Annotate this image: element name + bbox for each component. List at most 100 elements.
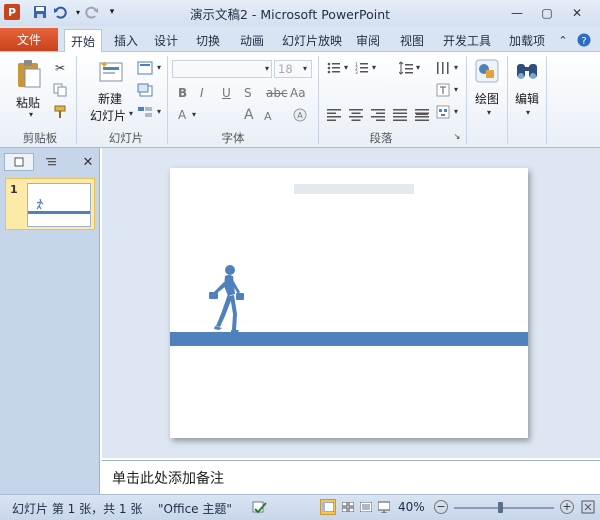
paste-label[interactable]: 粘贴 <box>16 94 40 111</box>
tab-review[interactable]: 审阅 <box>352 29 384 51</box>
svg-text:?: ? <box>581 36 586 47</box>
thumbnail-band <box>28 211 90 214</box>
distributed-icon[interactable] <box>414 108 430 122</box>
tab-file[interactable]: 文件 <box>0 28 58 51</box>
tab-view[interactable]: 视图 <box>396 29 428 51</box>
tab-design[interactable]: 设计 <box>150 29 182 51</box>
new-slide-label[interactable]: 新建 <box>98 90 122 107</box>
paste-icon[interactable] <box>14 58 44 90</box>
slide-canvas[interactable] <box>170 168 528 438</box>
paste-dropdown-icon[interactable]: ▾ <box>26 110 36 120</box>
zoom-out-icon[interactable]: − <box>434 500 448 514</box>
shrink-font-button[interactable]: A <box>264 110 272 123</box>
editing-label[interactable]: 编辑 <box>515 90 539 107</box>
section-dropdown-icon[interactable]: ▾ <box>155 104 163 120</box>
tab-addins[interactable]: 加载项 <box>506 29 548 51</box>
bullets-icon[interactable] <box>326 60 342 76</box>
customize-qat-icon[interactable]: ▾ <box>104 4 120 20</box>
numbering-dropdown-icon[interactable]: ▾ <box>370 60 378 76</box>
slide-thumbnail-row[interactable]: 1 <box>5 178 95 230</box>
new-slide-label-2[interactable]: 幻灯片 <box>90 107 126 124</box>
grow-font-button[interactable]: A <box>244 107 254 123</box>
slide-blue-band <box>170 332 528 346</box>
spelling-check-icon[interactable] <box>252 500 268 516</box>
drawing-dropdown-icon[interactable]: ▾ <box>484 108 494 118</box>
numbering-icon[interactable]: 123 <box>354 60 370 76</box>
align-center-icon[interactable] <box>348 108 364 122</box>
font-color-dropdown-icon[interactable]: ▾ <box>190 110 198 120</box>
group-separator <box>318 56 319 144</box>
notes-placeholder[interactable]: 单击此处添加备注 <box>112 468 224 488</box>
slides-tab-icon[interactable] <box>4 153 34 171</box>
zoom-slider-thumb[interactable] <box>498 502 503 513</box>
text-columns-icon[interactable] <box>434 60 452 76</box>
change-case-button[interactable]: Aa <box>290 86 306 100</box>
maximize-button[interactable]: ▢ <box>536 4 558 21</box>
section-icon[interactable] <box>136 104 154 120</box>
align-left-icon[interactable] <box>326 108 342 122</box>
tab-home[interactable]: 开始 <box>64 29 102 53</box>
smartart-icon[interactable] <box>434 104 452 120</box>
outline-tab-icon[interactable] <box>36 153 66 171</box>
theme-status[interactable]: "Office 主题" <box>158 500 232 517</box>
line-spacing-icon[interactable] <box>398 60 414 76</box>
tab-slide-show[interactable]: 幻灯片放映 <box>280 29 344 51</box>
redo-icon[interactable] <box>84 4 100 20</box>
copy-icon[interactable] <box>52 82 68 98</box>
tab-transitions[interactable]: 切换 <box>192 29 224 51</box>
align-right-icon[interactable] <box>370 108 386 122</box>
shadow-button[interactable]: S <box>244 86 252 100</box>
underline-button[interactable]: U <box>222 86 231 100</box>
text-direction-dropdown-icon[interactable]: ▾ <box>452 82 460 98</box>
save-icon[interactable] <box>32 4 48 20</box>
tab-insert[interactable]: 插入 <box>110 29 142 51</box>
slide-thumbnail[interactable] <box>27 183 91 227</box>
minimize-ribbon-icon[interactable]: ⌃ <box>556 29 570 51</box>
fit-to-window-icon[interactable] <box>580 499 596 515</box>
italic-button[interactable]: I <box>200 86 204 100</box>
slide-show-icon[interactable] <box>376 499 392 515</box>
slide-sorter-icon[interactable] <box>340 499 356 515</box>
justify-icon[interactable] <box>392 108 408 122</box>
minimize-button[interactable]: — <box>506 4 528 21</box>
reset-slide-icon[interactable] <box>136 82 154 98</box>
editing-dropdown-icon[interactable]: ▾ <box>523 108 533 118</box>
notes-pane[interactable]: 单击此处添加备注 <box>102 460 600 494</box>
font-color-button[interactable]: A <box>178 108 186 122</box>
zoom-slider[interactable] <box>454 507 554 509</box>
new-slide-icon[interactable]: ✦ <box>96 58 124 86</box>
text-direction-icon[interactable] <box>434 82 452 98</box>
new-slide-dropdown-icon[interactable]: ▾ <box>127 109 135 119</box>
smartart-dropdown-icon[interactable]: ▾ <box>452 104 460 120</box>
help-icon[interactable]: ? <box>576 29 592 51</box>
binoculars-icon[interactable] <box>514 58 540 84</box>
close-button[interactable]: ✕ <box>566 4 588 21</box>
reading-view-icon[interactable] <box>358 499 374 515</box>
format-painter-icon[interactable] <box>52 104 68 120</box>
strikethrough-button[interactable]: abc <box>266 86 288 100</box>
tab-developer[interactable]: 开发工具 <box>440 29 494 51</box>
line-spacing-dropdown-icon[interactable]: ▾ <box>414 60 422 76</box>
clear-format-icon[interactable]: A <box>292 107 308 123</box>
close-panel-icon[interactable]: ✕ <box>80 153 96 171</box>
layout-icon[interactable] <box>136 60 154 76</box>
paragraph-launcher-icon[interactable]: ↘ <box>452 132 462 142</box>
font-size-dropdown-icon[interactable]: ▾ <box>300 61 310 77</box>
normal-view-icon[interactable] <box>320 499 336 515</box>
text-columns-dropdown-icon[interactable]: ▾ <box>452 60 460 76</box>
cut-icon[interactable]: ✂ <box>52 60 68 76</box>
powerpoint-logo-icon[interactable]: P <box>4 4 20 20</box>
drawing-icon[interactable] <box>474 58 500 84</box>
bullets-dropdown-icon[interactable]: ▾ <box>342 60 350 76</box>
undo-icon[interactable] <box>52 4 68 20</box>
title-placeholder[interactable] <box>294 184 414 194</box>
layout-dropdown-icon[interactable]: ▾ <box>155 60 163 76</box>
bold-button[interactable]: B <box>178 86 187 100</box>
clipboard-group-label: 剪贴板 <box>22 131 58 145</box>
drawing-label[interactable]: 绘图 <box>475 90 499 107</box>
zoom-in-icon[interactable]: + <box>560 500 574 514</box>
zoom-level[interactable]: 40% <box>398 500 425 514</box>
tab-animations[interactable]: 动画 <box>236 29 268 51</box>
font-name-combo[interactable] <box>172 60 272 78</box>
font-name-dropdown-icon[interactable]: ▾ <box>262 61 272 77</box>
